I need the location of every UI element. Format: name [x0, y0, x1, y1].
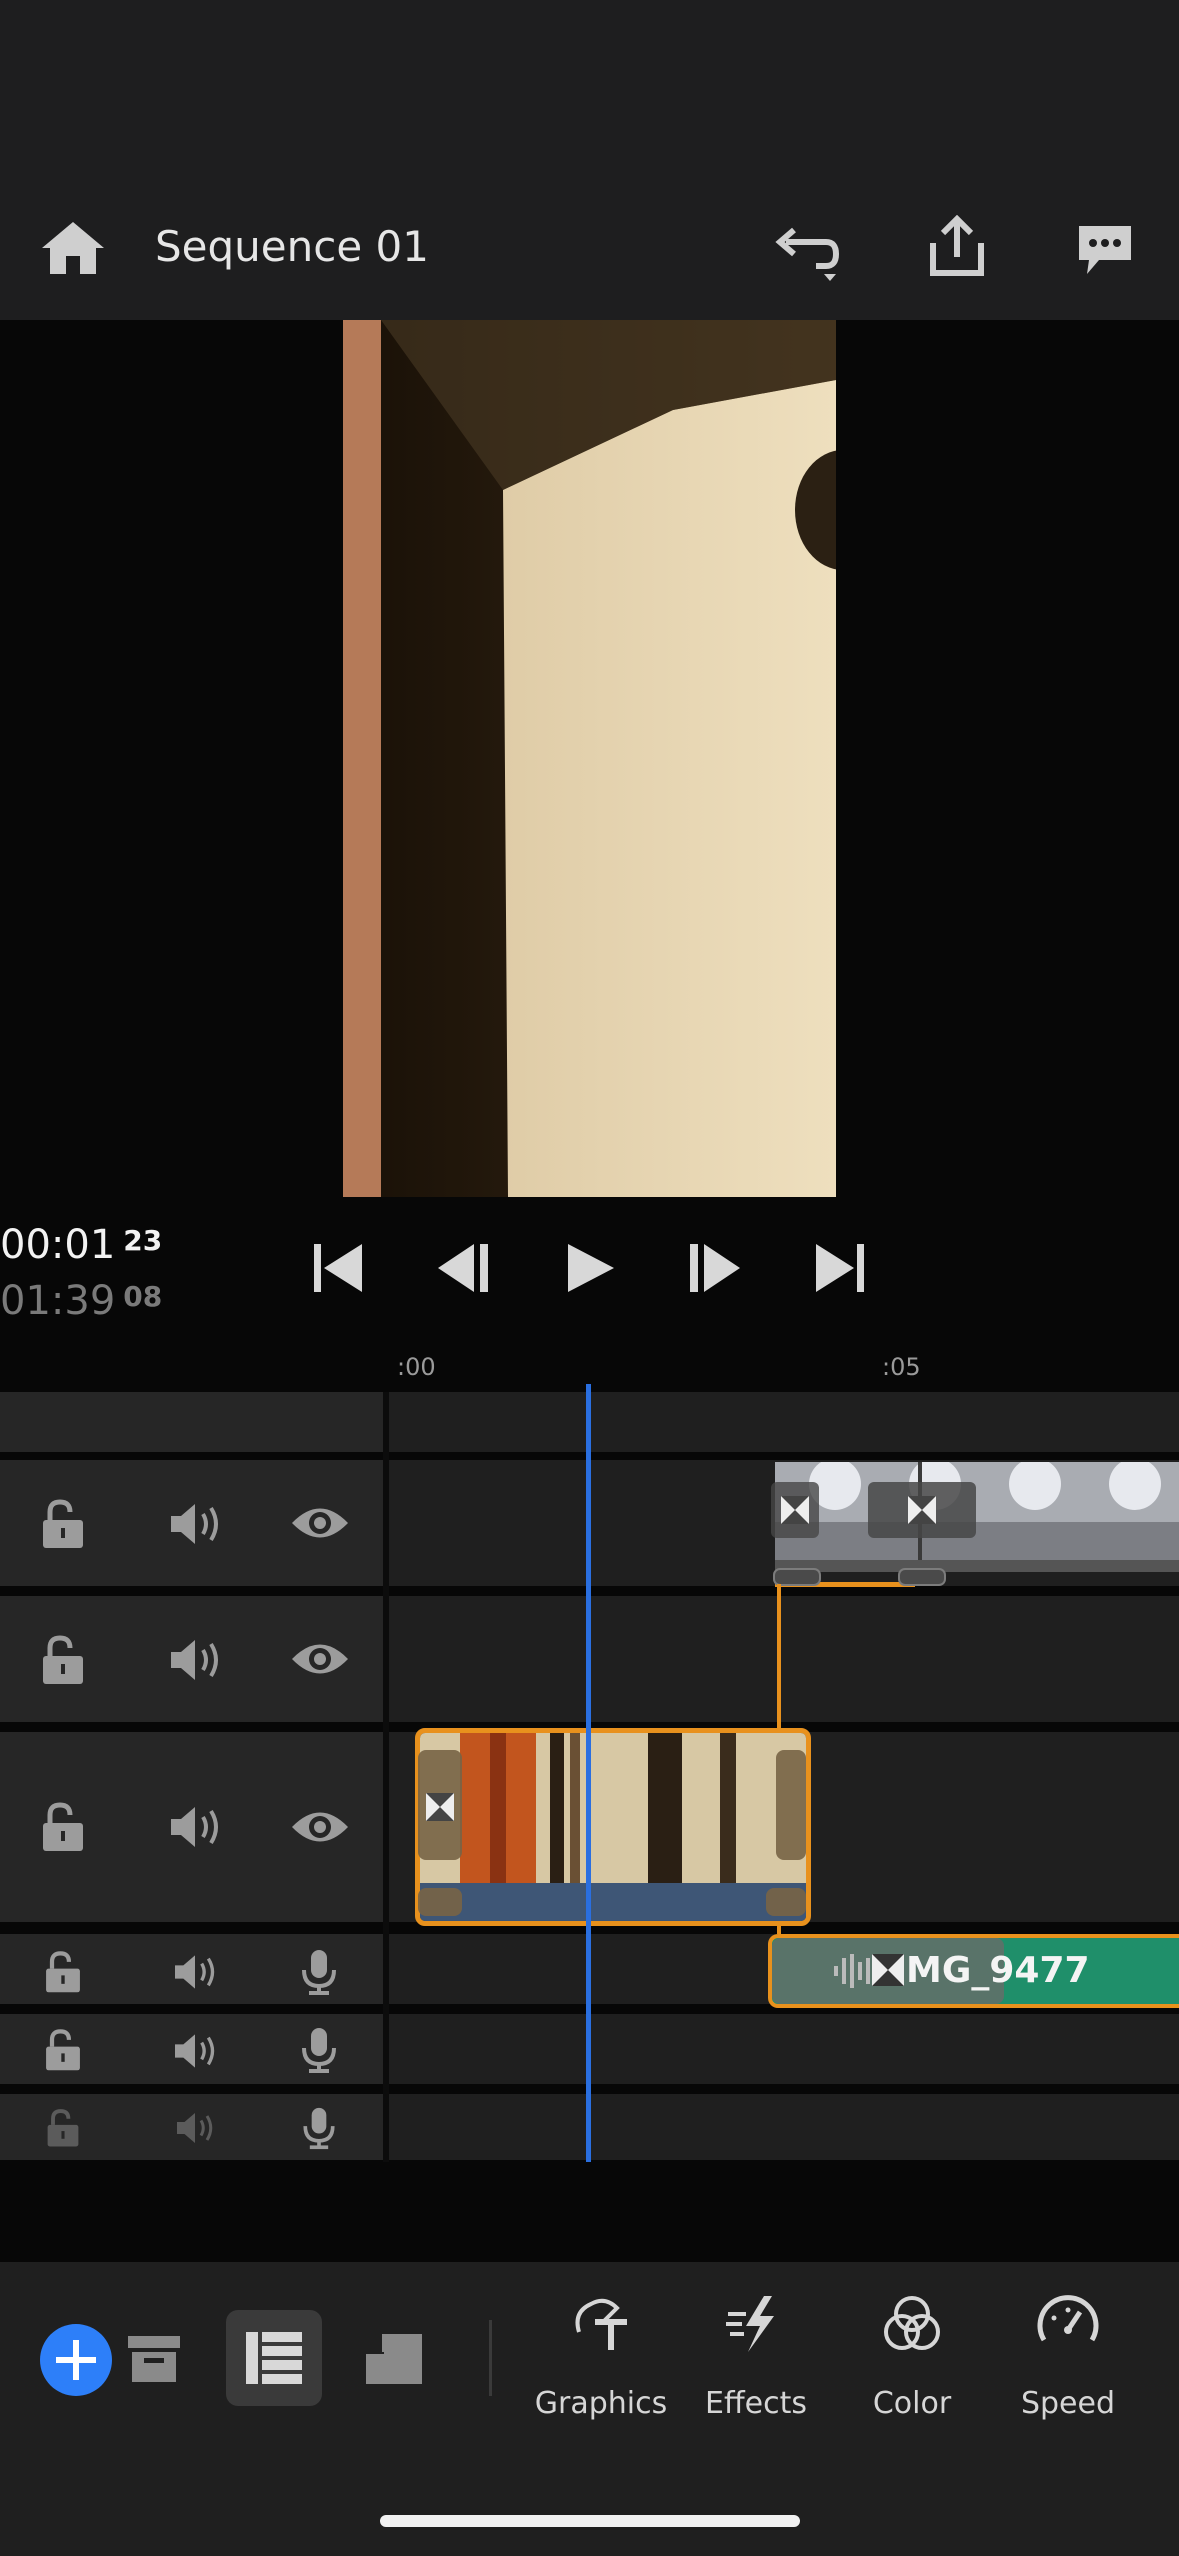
eye-icon[interactable]	[290, 1502, 350, 1544]
speaker-icon[interactable]	[167, 1636, 223, 1684]
v3-clip-audio-strip	[775, 1560, 1179, 1572]
time-ruler[interactable]	[0, 1340, 1179, 1390]
header-divider	[383, 1392, 389, 2162]
toolbar-divider	[489, 2320, 492, 2396]
transition-icon[interactable]	[420, 1785, 460, 1829]
clip-trim-handle-right[interactable]	[776, 1750, 806, 1860]
speaker-icon[interactable]	[167, 1500, 223, 1548]
project-bin-icon[interactable]	[124, 2334, 184, 2384]
speaker-icon[interactable]	[167, 1803, 223, 1851]
go-to-start-icon[interactable]	[310, 1240, 366, 1296]
transition-icon[interactable]	[870, 1952, 906, 1988]
mic-icon[interactable]	[300, 1948, 338, 1996]
share-icon[interactable]	[925, 215, 989, 279]
add-button[interactable]	[40, 2324, 112, 2396]
speaker-icon[interactable]	[169, 1952, 221, 1992]
duration-timecode: 01:39 08	[0, 1278, 163, 1324]
transition-icon[interactable]	[868, 1482, 976, 1538]
mic-icon[interactable]	[300, 2106, 338, 2150]
home-indicator[interactable]	[380, 2515, 800, 2527]
sequence-title: Sequence 01	[155, 222, 429, 271]
lock-icon[interactable]	[42, 2108, 84, 2148]
mic-icon[interactable]	[300, 2026, 338, 2074]
effects-icon[interactable]	[724, 2292, 788, 2356]
color-label[interactable]: Color	[837, 2386, 987, 2421]
lock-icon[interactable]	[40, 1801, 86, 1853]
effects-label[interactable]: Effects	[681, 2386, 831, 2421]
track-header-spacer	[0, 1392, 383, 1452]
eye-icon[interactable]	[290, 1638, 350, 1680]
audio-trim-handle-right[interactable]	[766, 1888, 806, 1916]
current-timecode: 00:01 23	[0, 1222, 163, 1268]
step-back-icon[interactable]	[436, 1240, 492, 1296]
transition-handle[interactable]	[771, 1482, 819, 1538]
home-icon[interactable]	[38, 218, 108, 278]
speaker-icon[interactable]	[169, 2110, 221, 2146]
ruler-tick-5: :05	[882, 1353, 921, 1381]
clip-handle[interactable]	[898, 1568, 946, 1586]
feedback-icon[interactable]	[1075, 222, 1135, 278]
selected-video-clip[interactable]	[415, 1728, 811, 1926]
video-frame	[343, 320, 836, 1197]
graphics-icon[interactable]	[569, 2292, 633, 2356]
timeline-list-icon	[246, 2332, 302, 2384]
undo-icon[interactable]	[770, 222, 842, 284]
top-bar	[0, 0, 1179, 320]
ruler-tick-0: :00	[397, 1353, 436, 1381]
eye-icon[interactable]	[290, 1806, 350, 1848]
speed-icon[interactable]	[1036, 2292, 1100, 2356]
lock-icon[interactable]	[40, 1634, 86, 1686]
lock-icon[interactable]	[42, 2028, 84, 2072]
playhead[interactable]	[586, 1384, 591, 2170]
audio-clip-label: MG_9477	[906, 1950, 1090, 1991]
speed-label[interactable]: Speed	[993, 2386, 1143, 2421]
timeline-list-button[interactable]	[226, 2310, 322, 2406]
speaker-icon[interactable]	[169, 2031, 221, 2071]
play-icon[interactable]	[562, 1240, 618, 1296]
audio-clip[interactable]: MG_9477	[768, 1934, 1179, 2008]
color-icon[interactable]	[880, 2292, 944, 2356]
lock-icon[interactable]	[42, 1950, 84, 1994]
step-forward-icon[interactable]	[686, 1240, 742, 1296]
timeline-bottom-gap	[0, 2162, 1179, 2262]
audio-trim-handle-left[interactable]	[418, 1888, 462, 1916]
video-clip-v3[interactable]	[775, 1462, 1179, 1566]
lock-icon[interactable]	[40, 1498, 86, 1550]
go-to-end-icon[interactable]	[812, 1240, 868, 1296]
add-icon	[56, 2340, 96, 2380]
layers-icon[interactable]	[362, 2330, 426, 2388]
graphics-label[interactable]: Graphics	[526, 2386, 676, 2421]
